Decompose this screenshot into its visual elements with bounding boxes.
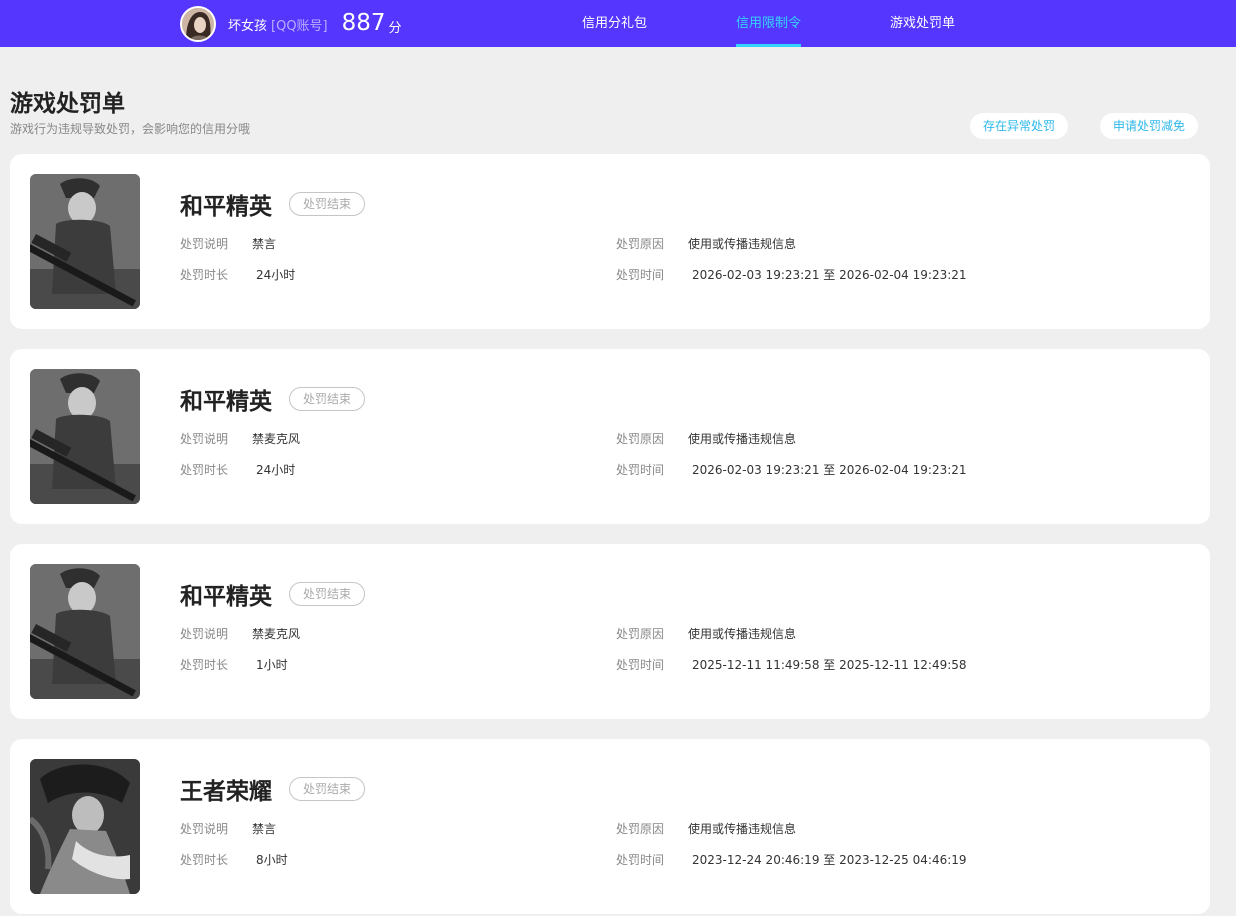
- penalty-record-card: 王者荣耀 处罚结束 处罚说明 禁言 处罚原因 使用或传播违规信息 处罚时长 8小…: [10, 739, 1210, 914]
- penalty-desc-label: 处罚说明: [180, 627, 229, 641]
- peace-elite-game-icon: [30, 174, 140, 309]
- avatar-image: [182, 8, 214, 40]
- penalty-desc-label: 处罚说明: [180, 237, 229, 251]
- penalty-desc-value: 禁麦克风: [252, 627, 301, 641]
- user-info: 坏女孩 [QQ账号] 887 分: [180, 6, 402, 42]
- penalty-duration-label: 处罚时长: [180, 268, 229, 282]
- penalty-duration-value: 8小时: [256, 853, 288, 867]
- penalty-time-label: 处罚时间: [616, 463, 665, 477]
- penalty-record-card: 和平精英 处罚结束 处罚说明 禁言 处罚原因 使用或传播违规信息 处罚时长 24…: [10, 154, 1210, 329]
- penalty-time-value: 2026-02-03 19:23:21 至 2026-02-04 19:23:2…: [692, 463, 967, 477]
- penalty-time-value: 2025-12-11 11:49:58 至 2025-12-11 12:49:5…: [692, 658, 967, 672]
- penalty-desc-value: 禁言: [252, 822, 277, 836]
- peace-elite-game-icon: [30, 564, 140, 699]
- game-name: 和平精英: [180, 389, 272, 415]
- status-badge: 处罚结束: [289, 777, 366, 801]
- penalty-desc-label: 处罚说明: [180, 432, 229, 446]
- penalty-time-label: 处罚时间: [616, 268, 665, 282]
- penalty-time-label: 处罚时间: [616, 853, 665, 867]
- abnormal-penalty-button[interactable]: 存在异常处罚: [970, 113, 1069, 139]
- penalty-reason-label: 处罚原因: [616, 237, 665, 251]
- game-name: 和平精英: [180, 584, 272, 610]
- game-name: 和平精英: [180, 194, 272, 220]
- penalty-desc-label: 处罚说明: [180, 822, 229, 836]
- penalty-duration-label: 处罚时长: [180, 658, 229, 672]
- credit-score-unit: 分: [388, 20, 402, 36]
- penalty-desc-value: 禁麦克风: [252, 432, 301, 446]
- tab-game-penalty-list[interactable]: 游戏处罚单: [890, 0, 955, 47]
- penalty-reason-label: 处罚原因: [616, 627, 665, 641]
- credit-score: 887: [341, 10, 386, 36]
- avatar[interactable]: [180, 6, 216, 42]
- penalty-time-value: 2023-12-24 20:46:19 至 2023-12-25 04:46:1…: [692, 853, 967, 867]
- penalty-reason-label: 处罚原因: [616, 432, 665, 446]
- honor-of-kings-game-icon: [30, 759, 140, 894]
- peace-elite-game-icon: [30, 369, 140, 504]
- penalty-record-card: 和平精英 处罚结束 处罚说明 禁麦克风 处罚原因 使用或传播违规信息 处罚时长 …: [10, 349, 1210, 524]
- status-badge: 处罚结束: [289, 192, 366, 216]
- penalty-time-value: 2026-02-03 19:23:21 至 2026-02-04 19:23:2…: [692, 268, 967, 282]
- penalty-duration-value: 1小时: [256, 658, 288, 672]
- penalty-time-label: 处罚时间: [616, 658, 665, 672]
- status-badge: 处罚结束: [289, 387, 366, 411]
- username: 坏女孩: [228, 18, 268, 34]
- penalty-reason-value: 使用或传播违规信息: [688, 627, 797, 641]
- penalty-duration-value: 24小时: [256, 463, 296, 477]
- tab-credit-restriction-order[interactable]: 信用限制令: [736, 0, 802, 47]
- penalty-duration-label: 处罚时长: [180, 853, 229, 867]
- penalty-duration-label: 处罚时长: [180, 463, 229, 477]
- penalty-desc-value: 禁言: [252, 237, 277, 251]
- penalty-record-card: 和平精英 处罚结束 处罚说明 禁麦克风 处罚原因 使用或传播违规信息 处罚时长 …: [10, 544, 1210, 719]
- status-badge: 处罚结束: [289, 582, 366, 606]
- apply-penalty-reduction-button[interactable]: 申请处罚减免: [1100, 113, 1199, 139]
- penalty-duration-value: 24小时: [256, 268, 296, 282]
- penalty-reason-value: 使用或传播违规信息: [688, 822, 797, 836]
- game-name: 王者荣耀: [180, 779, 272, 805]
- account-type: [QQ账号]: [271, 18, 328, 34]
- penalty-reason-value: 使用或传播违规信息: [688, 432, 797, 446]
- penalty-reason-value: 使用或传播违规信息: [688, 237, 797, 251]
- page-title: 游戏处罚单: [10, 91, 125, 117]
- penalty-reason-label: 处罚原因: [616, 822, 665, 836]
- tab-credit-gift-pack[interactable]: 信用分礼包: [582, 0, 647, 47]
- top-bar: 坏女孩 [QQ账号] 887 分 信用分礼包 信用限制令 游戏处罚单: [0, 0, 1236, 47]
- page-subtitle: 游戏行为违规导致处罚，会影响您的信用分哦: [10, 122, 251, 136]
